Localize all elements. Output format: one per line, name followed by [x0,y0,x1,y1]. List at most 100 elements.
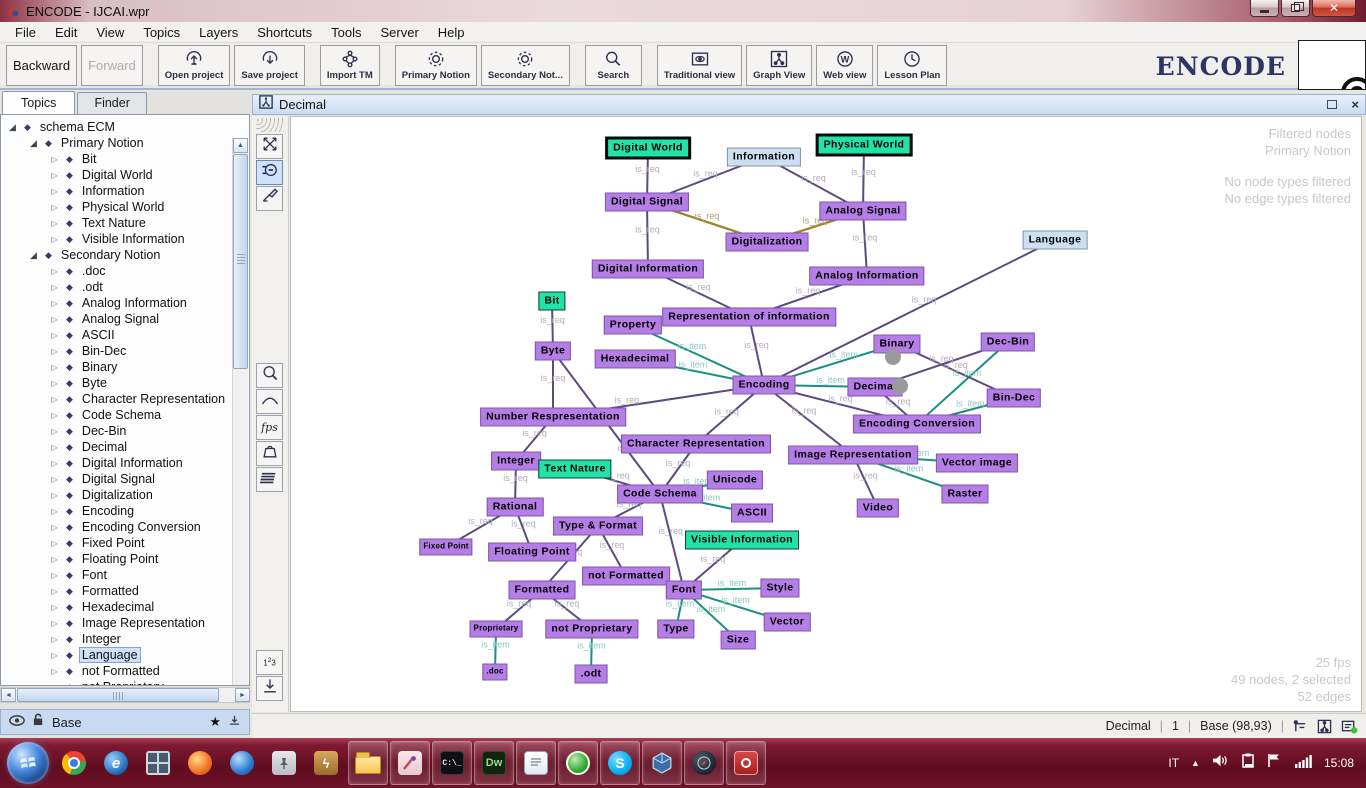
tree-item-encoding-conversion[interactable]: ▷◆Encoding Conversion [1,519,233,535]
start-button[interactable] [7,742,49,784]
graph-node-language[interactable]: Language [1023,231,1088,250]
graph-node-unicode[interactable]: Unicode [707,471,763,490]
graph-node-property[interactable]: Property [604,316,662,335]
expand-expander-icon[interactable]: ▷ [49,571,60,580]
expand-expander-icon[interactable]: ▷ [49,171,60,180]
panel-maximize-button[interactable] [1327,100,1337,109]
graph-node-type-format[interactable]: Type & Format [553,517,643,536]
panel-close-button[interactable]: × [1351,97,1359,112]
graph-node-formatted[interactable]: Formatted [509,581,576,600]
menu-item-server[interactable]: Server [371,23,428,42]
draw-edge-button[interactable] [256,186,283,211]
scroll-up-button[interactable]: ▲ [233,138,248,153]
graph-node-information[interactable]: Information [727,148,801,167]
menu-item-file[interactable]: File [6,23,46,42]
tree-horizontal-scrollbar[interactable]: ◄ ► [0,687,250,703]
graph-node-dec-bin[interactable]: Dec-Bin [981,333,1035,352]
tree-item-integer[interactable]: ▷◆Integer [1,631,233,647]
graph-node-digital-information[interactable]: Digital Information [592,260,704,279]
graph-node-number-respresentation[interactable]: Number Respresentation [480,408,626,427]
open-project-button[interactable]: Open project [158,45,231,86]
tree-item-font[interactable]: ▷◆Font [1,567,233,583]
weight-button[interactable] [256,441,283,466]
menu-item-topics[interactable]: Topics [134,23,190,42]
graph-view-button[interactable]: Graph View [746,45,812,86]
forward-button[interactable]: Forward [81,45,143,86]
expand-expander-icon[interactable]: ▷ [49,475,60,484]
scroll-left-button[interactable]: ◄ [1,688,16,702]
fps-button[interactable]: fps [256,415,283,440]
expand-expander-icon[interactable]: ▷ [49,619,60,628]
collapse-expander-icon[interactable]: ◢ [28,250,39,261]
tree-item-digital-world[interactable]: ▷◆Digital World [1,167,233,183]
menu-item-view[interactable]: View [87,23,134,42]
network-flag-icon[interactable] [1267,753,1282,773]
graph-node-video[interactable]: Video [857,499,899,518]
flash-icon[interactable]: ϟ [306,741,346,785]
graph-canvas[interactable]: is_reqis_reqis_reqis_reqis_reqis_reqis_r… [290,116,1362,712]
expand-expander-icon[interactable]: ▷ [49,219,60,228]
tree-item-code-schema[interactable]: ▷◆Code Schema [1,407,233,423]
tree-item-text-nature[interactable]: ▷◆Text Nature [1,215,233,231]
tree-item-analog-information[interactable]: ▷◆Analog Information [1,295,233,311]
graph-node-fixed-point[interactable]: Fixed Point [419,539,472,556]
tree-item-bin-dec[interactable]: ▷◆Bin-Dec [1,343,233,359]
tree-item-byte[interactable]: ▷◆Byte [1,375,233,391]
notepad-icon[interactable] [516,741,556,785]
graph-node-type[interactable]: Type [657,620,694,639]
tree-item-digital-signal[interactable]: ▷◆Digital Signal [1,471,233,487]
tree-item-digitalization[interactable]: ▷◆Digitalization [1,487,233,503]
explorer-folder-icon[interactable] [348,741,388,785]
minimize-button[interactable] [1250,0,1279,17]
graph-node-analog-information[interactable]: Analog Information [809,267,924,286]
close-button[interactable]: ✕ [1312,0,1356,17]
paint-icon[interactable] [390,741,430,785]
expand-expander-icon[interactable]: ▷ [49,651,60,660]
tree-item-bit[interactable]: ▷◆Bit [1,151,233,167]
primary-notion-button[interactable]: Primary Notion [395,45,477,86]
tree-item-language[interactable]: ▷◆Language [1,647,233,663]
tree-item-dec-bin[interactable]: ▷◆Dec-Bin [1,423,233,439]
graph-node-vector[interactable]: Vector [764,613,811,632]
app-grid-icon[interactable] [138,741,178,785]
expand-expander-icon[interactable]: ▷ [49,315,60,324]
tree-item-not-proprietary[interactable]: ▷◆not Proprietary [1,679,233,686]
tree-vertical-scrollbar[interactable]: ▲ ▼ [232,138,248,686]
expand-expander-icon[interactable]: ▷ [49,395,60,404]
tree-item-physical-world[interactable]: ▷◆Physical World [1,199,233,215]
tab-finder[interactable]: Finder [77,92,146,114]
expand-expander-icon[interactable]: ▷ [49,331,60,340]
graph-node-representation-of-information[interactable]: Representation of information [662,308,836,327]
traditional-view-button[interactable]: Traditional view [657,45,742,86]
expand-expander-icon[interactable]: ▷ [49,283,60,292]
expand-expander-icon[interactable]: ▷ [49,411,60,420]
graph-panel-header[interactable]: Decimal × [252,94,1366,115]
expand-expander-icon[interactable]: ▷ [49,603,60,612]
tree-item-doc[interactable]: ▷◆.doc [1,263,233,279]
chrome-icon[interactable] [54,741,94,785]
backward-button[interactable]: Backward [6,45,77,86]
signal-strength-icon[interactable] [1294,754,1312,773]
record-icon[interactable] [558,741,598,785]
tree-item-odt[interactable]: ▷◆.odt [1,279,233,295]
tree-item-floating-point[interactable]: ▷◆Floating Point [1,551,233,567]
topic-stat-icon[interactable] [1293,719,1308,734]
graph-node-vector-image[interactable]: Vector image [936,454,1018,473]
tree-item-visible-information[interactable]: ▷◆Visible Information [1,231,233,247]
graph-node-font[interactable]: Font [666,581,702,600]
collapse-expander-icon[interactable]: ◢ [7,122,18,133]
tree-item-image-representation[interactable]: ▷◆Image Representation [1,615,233,631]
graph-node-not-proprietary[interactable]: not Proprietary [545,620,638,639]
menu-item-shortcuts[interactable]: Shortcuts [248,23,322,42]
expand-expander-icon[interactable]: ▷ [49,635,60,644]
graph-node-ascii[interactable]: ASCII [731,504,773,523]
expand-expander-icon[interactable]: ▷ [49,299,60,308]
menu-item-layers[interactable]: Layers [190,23,248,42]
graph-node-image-representation[interactable]: Image Representation [788,446,918,465]
layer-stat-icon[interactable] [1341,719,1358,734]
tab-topics[interactable]: Topics [2,91,75,114]
browser2-icon[interactable] [222,741,262,785]
dreamweaver-icon[interactable]: Dw [474,741,514,785]
tree-item-digital-information[interactable]: ▷◆Digital Information [1,455,233,471]
search-button[interactable]: Search [585,45,642,86]
